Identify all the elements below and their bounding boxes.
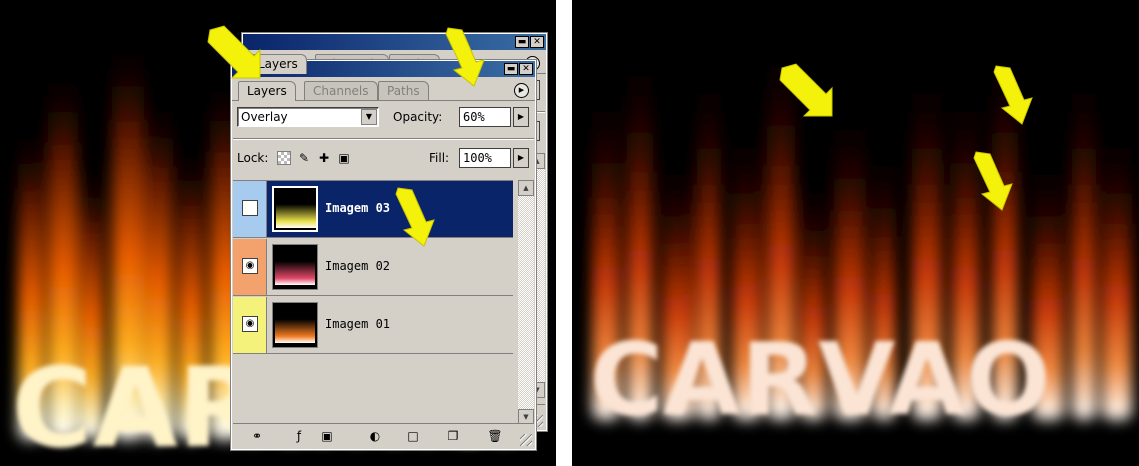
lock-position-icon[interactable]: ✚: [317, 151, 331, 165]
new-layer-icon[interactable]: ❐: [445, 428, 461, 444]
flame-streak: [1072, 60, 1096, 420]
palette-bottom-toolbar: ⚭ ƒ ▣ ◐ □ ❐ 🗑: [233, 423, 534, 448]
fill-label: Fill:: [429, 151, 450, 165]
tab-channels[interactable]: Channels: [304, 81, 378, 100]
layer-row[interactable]: ◉ Imagem 01: [233, 297, 513, 354]
layer-name: Imagem 03: [325, 201, 391, 215]
palette-menu-icon[interactable]: ▶: [514, 83, 529, 98]
resize-grip[interactable]: [520, 434, 532, 446]
eye-icon[interactable]: ◉: [242, 258, 258, 274]
tab-layers[interactable]: Layers: [238, 81, 296, 101]
callout-arrow-blend-right: [779, 63, 833, 117]
lock-paint-icon[interactable]: ✎: [297, 151, 311, 165]
callout-arrow-layer: [395, 187, 435, 247]
eye-icon[interactable]: ◉: [242, 200, 258, 216]
minimize-icon[interactable]: ▬: [515, 36, 529, 48]
layer-thumbnail: [272, 244, 318, 290]
layers-palette-right: ▬ ✕ Layers Channels Paths ▶ Overlay ▼ Opacity: 60…: [230, 59, 537, 451]
palette-titlebar[interactable]: ▬ ✕: [243, 34, 546, 50]
callout-arrow-opacity: [445, 27, 485, 87]
callout-arrow-layer-right: [973, 151, 1013, 211]
close-icon[interactable]: ✕: [530, 36, 544, 48]
scene-caption-right: CARVAO: [590, 321, 1051, 438]
layer-style-icon[interactable]: ƒ: [291, 428, 307, 444]
opacity-slider-button[interactable]: ▶: [513, 107, 529, 127]
layers-list: ◉ Imagem 03 ◉ Imagem 02 ◉ Imagem 01: [233, 180, 513, 426]
opacity-input[interactable]: 60%: [459, 107, 511, 127]
layer-mask-icon[interactable]: ▣: [319, 428, 335, 444]
flame-streak: [1102, 120, 1132, 420]
opacity-label: Opacity:: [393, 110, 443, 124]
layer-row[interactable]: ◉ Imagem 02: [233, 239, 513, 296]
visibility-cell[interactable]: ◉: [233, 239, 267, 295]
callout-arrow-blend: [207, 25, 261, 79]
chevron-down-icon[interactable]: ▼: [361, 109, 377, 125]
blend-mode-select[interactable]: Overlay ▼: [237, 107, 379, 127]
visibility-cell[interactable]: ◉: [233, 181, 267, 237]
eye-icon[interactable]: ◉: [242, 316, 258, 332]
new-group-icon[interactable]: □: [405, 428, 421, 444]
minimize-icon[interactable]: ▬: [504, 63, 518, 75]
lock-label: Lock:: [237, 151, 269, 165]
visibility-cell[interactable]: ◉: [233, 297, 267, 353]
layers-scrollbar[interactable]: ▲▼: [518, 180, 534, 425]
layer-thumbnail: [272, 302, 318, 348]
layer-name: Imagem 01: [325, 317, 391, 331]
divider: [233, 138, 534, 140]
layer-name: Imagem 02: [325, 259, 391, 273]
lock-transparency-icon[interactable]: [277, 151, 291, 165]
layer-row[interactable]: ◉ Imagem 03: [233, 181, 513, 238]
fill-slider-button[interactable]: ▶: [513, 148, 529, 168]
blend-mode-value: Overlay: [241, 110, 288, 124]
fill-input[interactable]: 100%: [459, 148, 511, 168]
tab-paths[interactable]: Paths: [378, 81, 429, 100]
adjustment-layer-icon[interactable]: ◐: [367, 428, 383, 444]
layer-thumbnail: [272, 186, 318, 232]
lock-all-icon[interactable]: ▣: [337, 151, 351, 165]
close-icon[interactable]: ✕: [519, 63, 533, 75]
callout-arrow-opacity-right: [993, 65, 1033, 125]
scroll-up-icon[interactable]: ▲: [518, 180, 534, 196]
delete-layer-icon[interactable]: 🗑: [487, 428, 503, 444]
link-layers-icon[interactable]: ⚭: [249, 428, 265, 444]
flame-scene-right: CARVAO: [572, 0, 1139, 466]
flame-artwork-right: CARVAO: [590, 30, 1132, 438]
